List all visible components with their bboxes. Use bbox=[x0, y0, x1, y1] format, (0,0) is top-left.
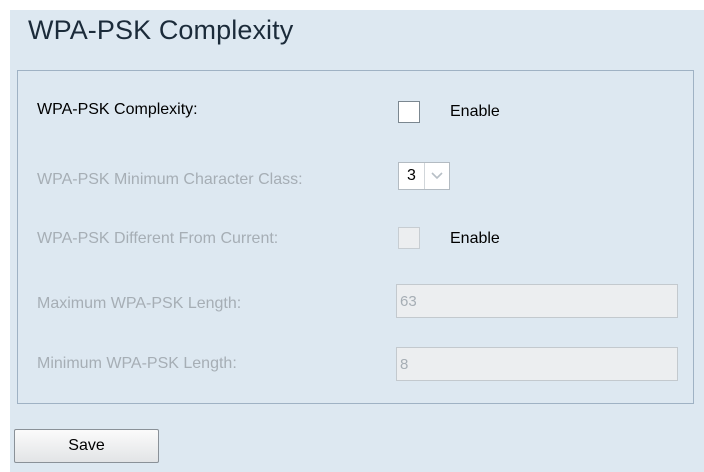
different-from-current-checkbox[interactable] bbox=[398, 227, 420, 249]
min-length-label: Minimum WPA-PSK Length: bbox=[37, 355, 237, 372]
different-from-current-label: WPA-PSK Different From Current: bbox=[37, 230, 279, 247]
complexity-enable-checkbox[interactable] bbox=[398, 101, 420, 123]
page: WPA-PSK Complexity WPA-PSK Complexity: E… bbox=[0, 0, 704, 472]
complexity-label: WPA-PSK Complexity: bbox=[37, 101, 198, 118]
min-char-class-select[interactable]: 3 bbox=[398, 162, 450, 190]
different-from-current-enable-label: Enable bbox=[450, 230, 500, 247]
chevron-down-icon bbox=[425, 163, 449, 189]
save-button[interactable]: Save bbox=[14, 429, 159, 463]
max-length-input[interactable]: 63 bbox=[396, 284, 678, 318]
min-char-class-value: 3 bbox=[399, 163, 425, 189]
min-char-class-label: WPA-PSK Minimum Character Class: bbox=[37, 171, 303, 188]
max-length-label: Maximum WPA-PSK Length: bbox=[37, 295, 242, 312]
min-length-input[interactable]: 8 bbox=[396, 347, 678, 381]
section-title: WPA-PSK Complexity bbox=[28, 15, 294, 45]
complexity-enable-label: Enable bbox=[450, 103, 500, 120]
